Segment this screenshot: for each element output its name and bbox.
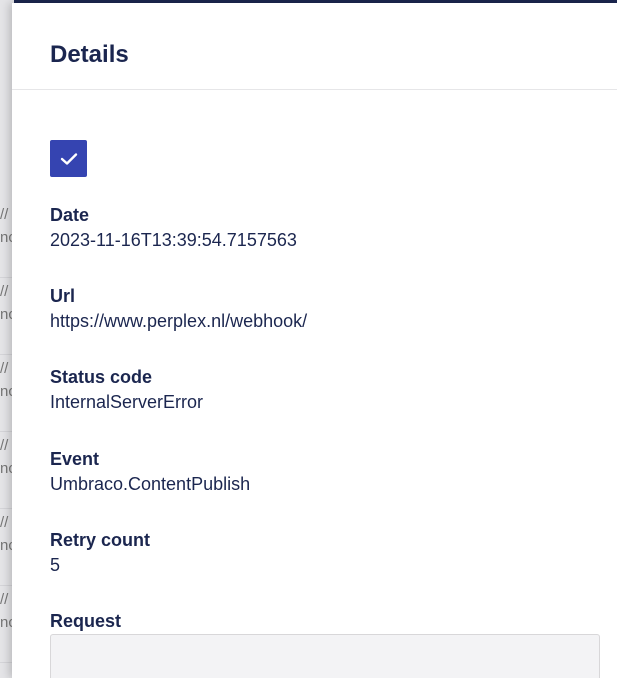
list-item-line: // — [0, 514, 9, 531]
date-value: 2023-11-16T13:39:54.7157563 — [50, 230, 297, 250]
retry-count-label: Retry count — [50, 530, 151, 550]
event-field: Event Umbraco.ContentPublish — [50, 448, 610, 495]
status-code-value: InternalServerError — [50, 392, 204, 412]
details-panel: Details Date 2023-11-16T13:39:54.7157563… — [12, 3, 617, 678]
date-label: Date — [50, 205, 90, 225]
retry-count-value: 5 — [50, 555, 61, 575]
request-label: Request — [50, 611, 122, 631]
selected-checkbox[interactable] — [50, 140, 87, 177]
list-item-line: // — [0, 437, 9, 454]
event-value: Umbraco.ContentPublish — [50, 474, 251, 494]
status-code-field: Status code InternalServerError — [50, 366, 610, 413]
url-value: https://www.perplex.nl/webhook/ — [50, 311, 308, 331]
event-label: Event — [50, 449, 100, 469]
check-icon — [60, 152, 77, 165]
panel-header: Details — [12, 3, 617, 90]
panel-title: Details — [50, 41, 129, 68]
url-field: Url https://www.perplex.nl/webhook/ — [50, 285, 610, 332]
page: // nc // nc // nc // nc // nc // nc Deta… — [0, 0, 617, 678]
request-field: Request — [50, 610, 610, 632]
date-field: Date 2023-11-16T13:39:54.7157563 — [50, 204, 610, 251]
list-item-line: // — [0, 283, 9, 300]
url-label: Url — [50, 286, 76, 306]
list-item-line: // — [0, 206, 9, 223]
list-item-line: // — [0, 360, 9, 377]
retry-count-field: Retry count 5 — [50, 529, 610, 576]
list-item-line: // — [0, 591, 9, 608]
request-body-box[interactable] — [50, 634, 600, 678]
status-code-label: Status code — [50, 367, 153, 387]
